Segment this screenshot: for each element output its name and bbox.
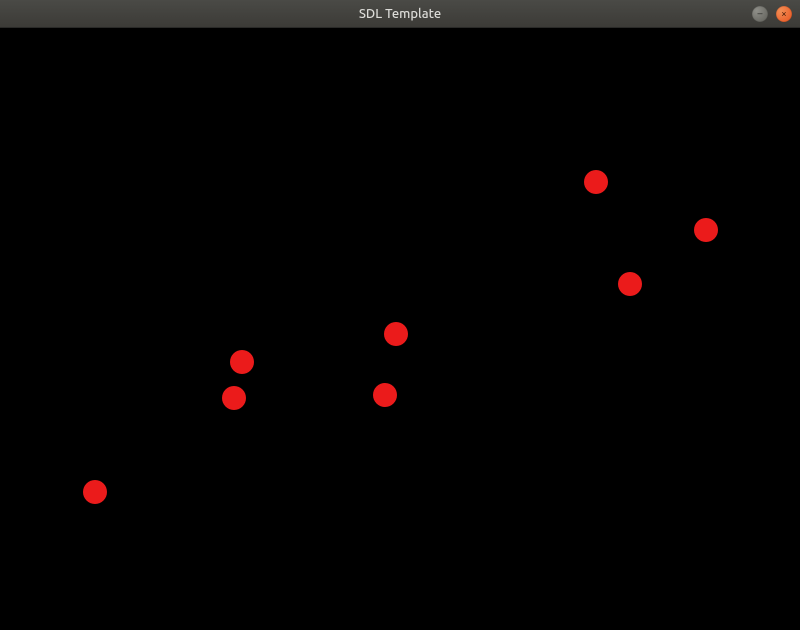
minimize-button[interactable]: – — [752, 6, 768, 22]
canvas-dot — [222, 386, 246, 410]
window-title: SDL Template — [0, 7, 800, 21]
minimize-icon: – — [758, 9, 763, 19]
canvas-dot — [584, 170, 608, 194]
canvas-dot — [384, 322, 408, 346]
canvas-dot — [618, 272, 642, 296]
close-icon: × — [781, 9, 787, 19]
canvas-dot — [373, 383, 397, 407]
canvas-dot — [694, 218, 718, 242]
sdl-canvas — [0, 28, 800, 630]
window-titlebar: SDL Template – × — [0, 0, 800, 28]
canvas-dot — [83, 480, 107, 504]
window-controls: – × — [752, 6, 792, 22]
canvas-dot — [230, 350, 254, 374]
close-button[interactable]: × — [776, 6, 792, 22]
